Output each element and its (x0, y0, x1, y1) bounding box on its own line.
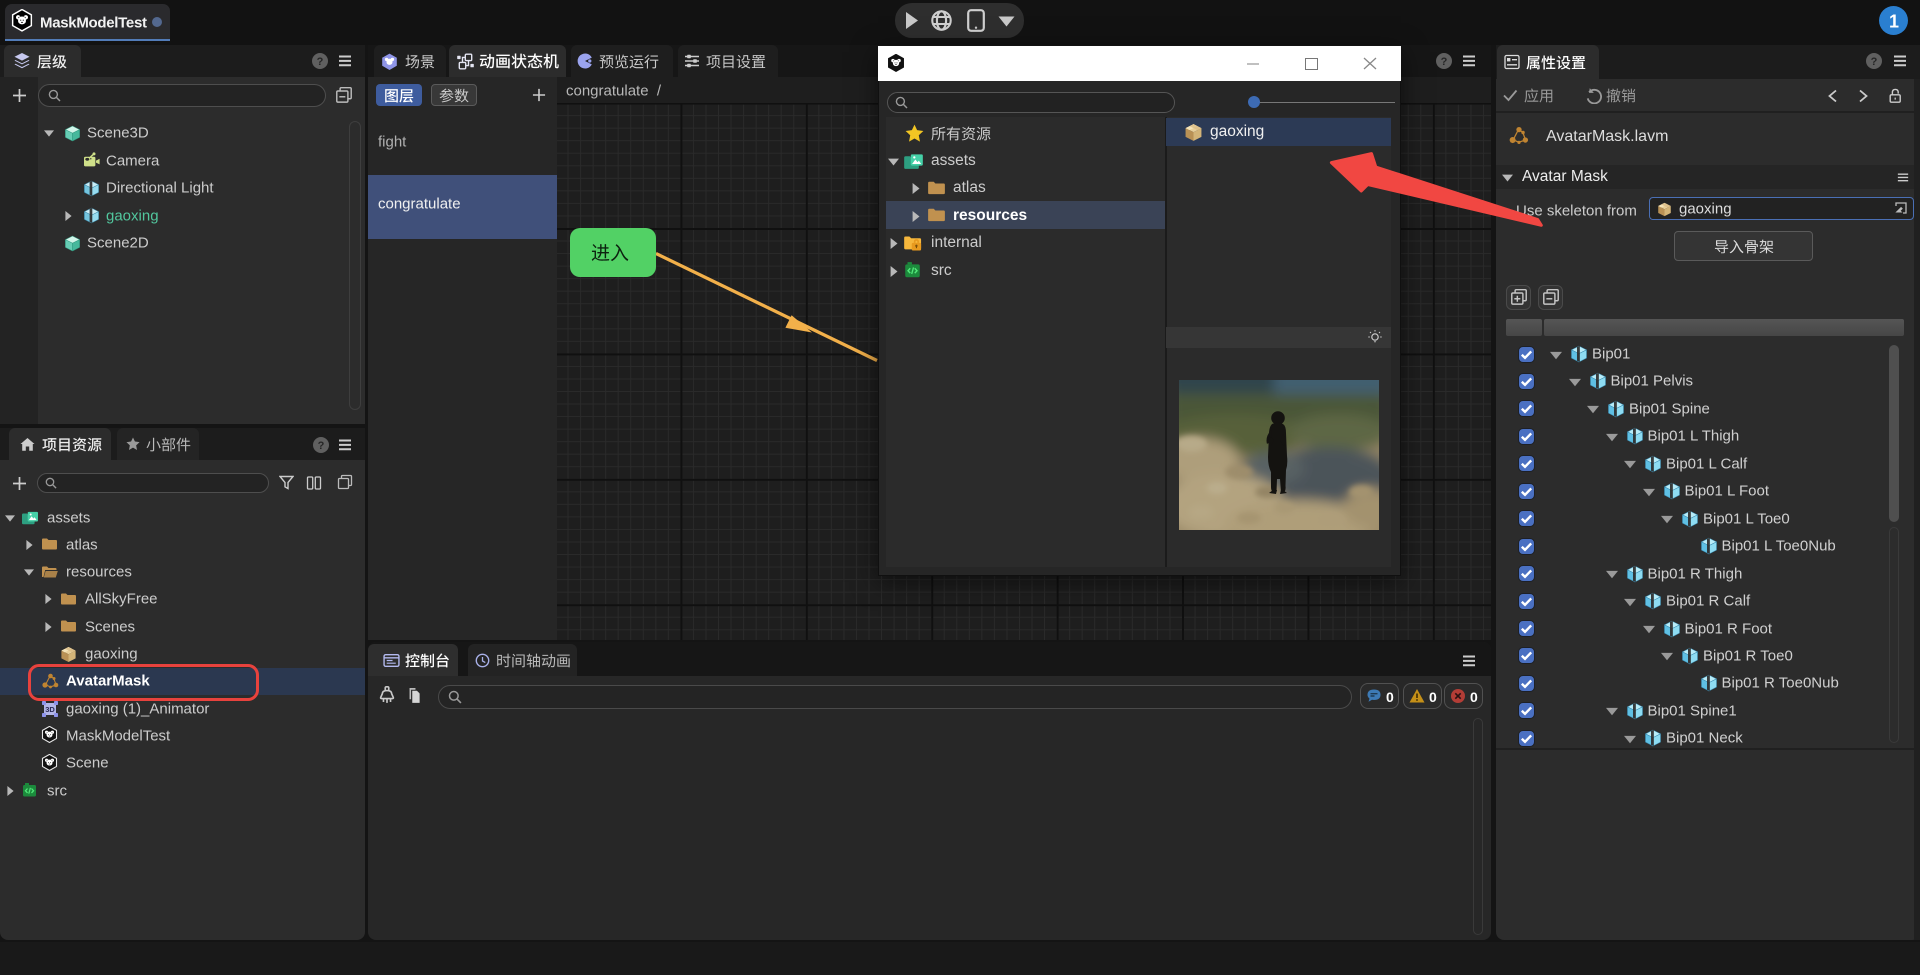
svg-text:?: ? (318, 440, 325, 452)
svg-text:?: ? (1441, 56, 1448, 68)
svg-text:3D: 3D (45, 705, 55, 714)
svg-text:?: ? (1871, 56, 1878, 68)
svg-text:?: ? (317, 56, 324, 68)
